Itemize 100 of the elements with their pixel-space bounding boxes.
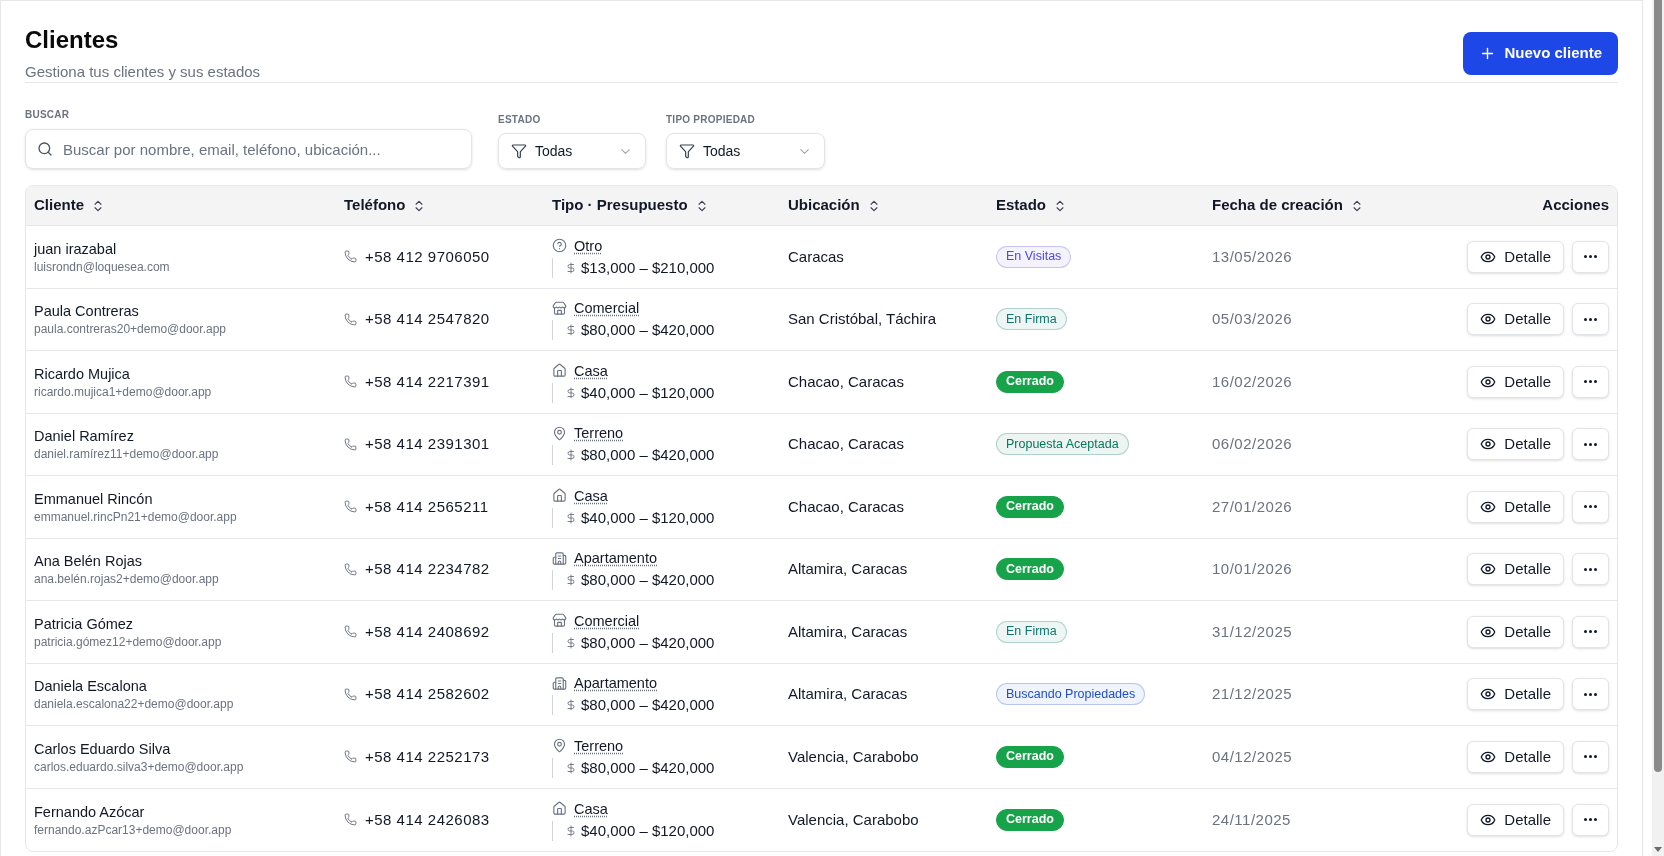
- budget-range: $40,000 – $120,000: [581, 507, 715, 528]
- phone-number: +58 412 9706050: [365, 246, 490, 267]
- status-badge: Cerrado: [996, 370, 1064, 393]
- dollar-icon: [565, 699, 577, 712]
- client-email: emmanuel.rincPn21+demo@door.app: [34, 508, 238, 525]
- creation-date: 27/01/2026: [1212, 497, 1293, 515]
- search-field[interactable]: Buscar por nombre, email, teléfono, ubicación...: [25, 129, 472, 169]
- location-text: Chacao, Caracas: [788, 435, 904, 453]
- client-email: ana.belén.rojas2+demo@door.app: [34, 571, 220, 588]
- filter-icon: [679, 143, 695, 159]
- search-icon: [37, 141, 53, 157]
- dollar-icon: [565, 449, 577, 462]
- creation-date: 05/03/2026: [1212, 310, 1293, 328]
- filter-dropdown[interactable]: Todas: [666, 133, 825, 169]
- detail-button[interactable]: Detalle: [1467, 740, 1564, 773]
- scrollbar-thumb[interactable]: [1654, 0, 1662, 772]
- client-name: Daniel Ramírez: [34, 427, 135, 447]
- creation-date: 31/12/2025: [1212, 622, 1293, 640]
- phone-number: +58 414 2408692: [365, 621, 490, 642]
- client-name: Daniela Escalona: [34, 677, 148, 697]
- detail-button[interactable]: Detalle: [1467, 553, 1564, 586]
- creation-date: 13/05/2026: [1212, 247, 1293, 265]
- column-header[interactable]: Cliente: [34, 194, 105, 217]
- detail-button[interactable]: Detalle: [1467, 678, 1564, 711]
- creation-date: 24/11/2025: [1212, 810, 1291, 828]
- scrollbar[interactable]: [1652, 0, 1664, 856]
- column-header[interactable]: Fecha de creación: [1212, 194, 1364, 217]
- page-subtitle: Gestiona tus clientes y sus estados: [25, 62, 261, 82]
- more-actions-button[interactable]: [1572, 240, 1609, 273]
- dollar-icon: [565, 386, 577, 399]
- status-badge: Propuesta Aceptada: [996, 433, 1129, 456]
- ellipsis-icon: [1584, 442, 1597, 446]
- more-actions-button[interactable]: [1572, 303, 1609, 336]
- more-actions-button[interactable]: [1572, 553, 1609, 586]
- property-type-label: Otro: [574, 236, 603, 256]
- creation-date: 04/12/2025: [1212, 747, 1293, 765]
- filter-label: ESTADO: [498, 113, 542, 127]
- budget-range: $80,000 – $420,000: [581, 570, 715, 591]
- ellipsis-icon: [1584, 630, 1597, 634]
- dollar-icon: [565, 574, 577, 587]
- more-actions-button[interactable]: [1572, 490, 1609, 523]
- phone-number: +58 414 2391301: [365, 434, 490, 454]
- dollar-icon: [565, 636, 577, 649]
- filter-label: TIPO PROPIEDAD: [666, 113, 757, 127]
- location-text: Altamira, Caracas: [788, 560, 908, 578]
- status-badge: Cerrado: [996, 808, 1064, 831]
- detail-button[interactable]: Detalle: [1467, 615, 1564, 648]
- status-badge: Cerrado: [996, 745, 1064, 768]
- client-email: daniela.escalona22+demo@door.app: [34, 696, 235, 713]
- more-actions-button[interactable]: [1572, 678, 1609, 711]
- detail-button[interactable]: Detalle: [1467, 240, 1564, 273]
- phone-number: +58 414 2426083: [365, 809, 490, 830]
- detail-button[interactable]: Detalle: [1467, 803, 1564, 836]
- more-actions-button[interactable]: [1572, 428, 1609, 461]
- phone-icon: [344, 437, 357, 451]
- column-header[interactable]: Ubicación: [788, 194, 881, 217]
- property-type-label: Terreno: [574, 424, 624, 444]
- detail-button[interactable]: Detalle: [1467, 490, 1564, 523]
- location-text: Chacao, Caracas: [788, 372, 904, 390]
- status-badge: En Visitas: [996, 245, 1072, 268]
- page-title: Clientes: [25, 25, 120, 55]
- client-name: Paula Contreras: [34, 302, 140, 322]
- phone-number: +58 414 2252173: [365, 746, 490, 767]
- creation-date: 10/01/2026: [1212, 560, 1293, 578]
- status-badge: Cerrado: [996, 495, 1064, 518]
- phone-icon: [344, 250, 357, 264]
- more-actions-button[interactable]: [1572, 365, 1609, 398]
- location-text: Altamira, Caracas: [788, 622, 908, 640]
- client-name: juan irazabal: [34, 239, 118, 259]
- client-email: daniel.ramírez11+demo@door.app: [34, 446, 220, 463]
- more-actions-button[interactable]: [1572, 615, 1609, 648]
- budget-range: $80,000 – $420,000: [581, 695, 715, 716]
- filter-dropdown[interactable]: Todas: [498, 133, 646, 169]
- dollar-icon: [565, 261, 577, 274]
- ellipsis-icon: [1584, 755, 1597, 759]
- creation-date: 16/02/2026: [1212, 372, 1293, 390]
- client-name: Emmanuel Rincón: [34, 489, 154, 509]
- client-email: luisrondn@loquesea.com: [34, 258, 171, 275]
- column-header[interactable]: Teléfono: [344, 194, 427, 217]
- status-badge: En Firma: [996, 620, 1067, 643]
- budget-range: $80,000 – $420,000: [581, 757, 715, 778]
- phone-number: +58 414 2547820: [365, 309, 490, 329]
- dollar-icon: [565, 761, 577, 774]
- scroll-down-icon[interactable]: [1654, 847, 1662, 852]
- detail-button[interactable]: Detalle: [1467, 365, 1564, 398]
- column-header[interactable]: Tipo · Presupuesto: [552, 194, 709, 217]
- detail-button[interactable]: Detalle: [1467, 303, 1564, 336]
- location-text: Caracas: [788, 247, 844, 265]
- detail-button[interactable]: Detalle: [1467, 428, 1564, 461]
- creation-date: 21/12/2025: [1212, 685, 1293, 703]
- property-type-label: Casa: [574, 486, 608, 506]
- filter-label: BUSCAR: [25, 108, 71, 122]
- column-header[interactable]: Estado: [996, 194, 1067, 217]
- phone-icon: [344, 562, 357, 576]
- new-client-button[interactable]: Nuevo cliente: [1463, 32, 1618, 75]
- ellipsis-icon: [1584, 317, 1597, 321]
- property-type-label: Casa: [574, 361, 608, 381]
- client-email: ricardo.mujica1+demo@door.app: [34, 383, 213, 400]
- more-actions-button[interactable]: [1572, 740, 1609, 773]
- more-actions-button[interactable]: [1572, 803, 1609, 836]
